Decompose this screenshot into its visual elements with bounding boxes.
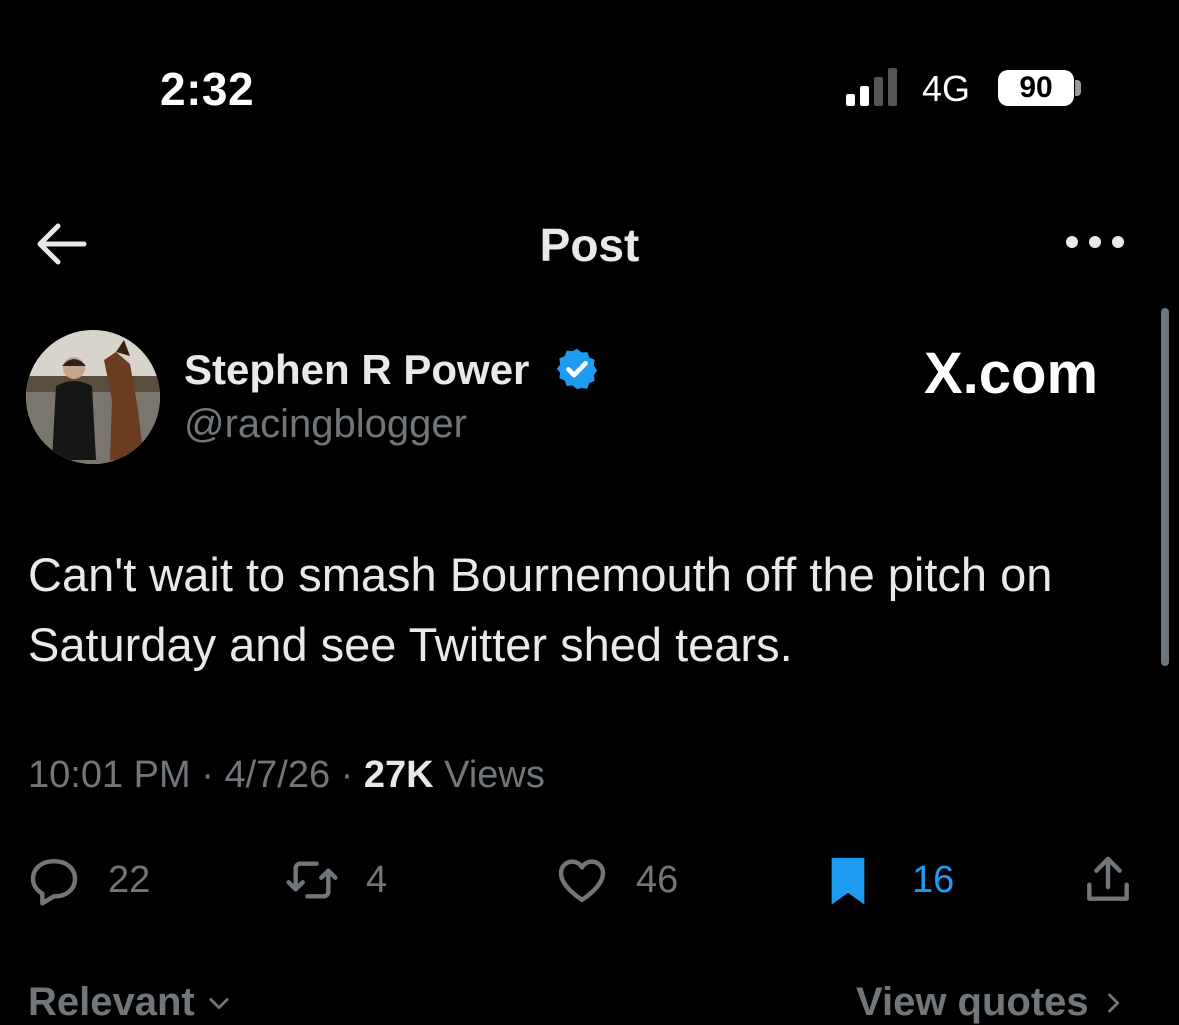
share-icon	[1087, 856, 1129, 901]
bookmark-icon	[831, 857, 865, 905]
page-title: Post	[539, 219, 640, 271]
repost-button[interactable]: 4	[284, 850, 387, 910]
reply-sort-label: Relevant	[28, 980, 195, 1024]
reply-sort-dropdown[interactable]: Relevant	[28, 980, 233, 1025]
views-count[interactable]: 27K	[364, 754, 434, 796]
scrollbar[interactable]	[1161, 308, 1169, 666]
tweet-date: 4/7/26	[224, 754, 331, 796]
tweet-text: Can't wait to smash Bournemouth off the …	[28, 548, 1053, 671]
chevron-down-icon	[209, 997, 229, 1009]
share-button[interactable]	[1080, 850, 1136, 910]
view-quotes-label: View quotes	[856, 980, 1089, 1024]
heart-icon	[558, 859, 606, 903]
views-label: Views	[444, 754, 545, 796]
watermark: X.com	[924, 341, 1099, 406]
avatar[interactable]	[26, 330, 160, 464]
reply-icon	[30, 859, 78, 906]
like-button[interactable]: 46	[554, 850, 678, 910]
repost-count: 4	[366, 858, 388, 901]
bookmark-count: 16	[912, 858, 955, 901]
tweet-meta: 10:01 PM · 4/7/26 · 27K Views	[28, 754, 545, 797]
view-quotes-link[interactable]: View quotes	[856, 980, 1127, 1025]
bookmark-button[interactable]: 16	[820, 850, 954, 910]
like-count: 46	[636, 858, 679, 901]
author-handle[interactable]: @racingblogger	[184, 402, 467, 447]
battery-icon	[1075, 80, 1081, 96]
status-time: 2:32	[160, 63, 255, 115]
chevron-right-icon	[1107, 992, 1119, 1013]
meta-separator: ·	[201, 754, 225, 796]
author-display-name[interactable]: Stephen R Power	[184, 346, 529, 394]
reply-button[interactable]: 22	[26, 850, 150, 910]
network-type: 4G	[922, 68, 971, 109]
more-dots-icon[interactable]	[1064, 230, 1126, 254]
reply-count: 22	[108, 858, 151, 901]
cellular-signal-icon	[846, 68, 897, 106]
battery-level: 90	[998, 70, 1074, 106]
verified-badge-icon	[556, 348, 598, 390]
meta-separator: ·	[340, 754, 364, 796]
tweet-time: 10:01 PM	[28, 754, 191, 796]
repost-icon	[286, 861, 338, 899]
